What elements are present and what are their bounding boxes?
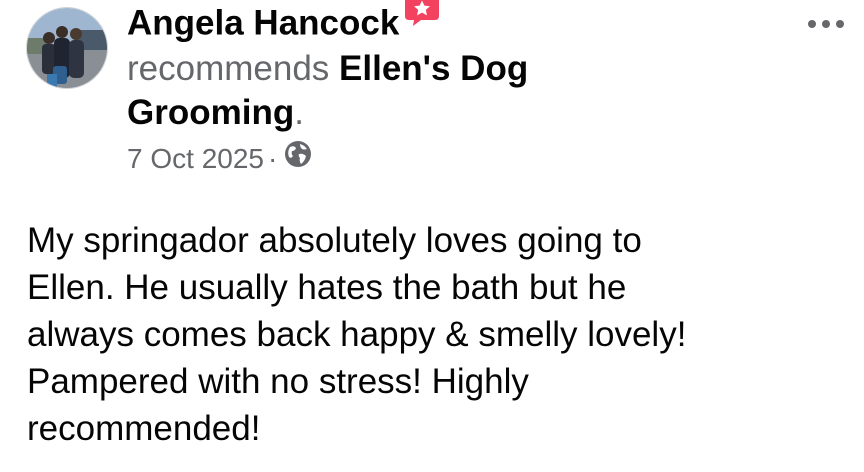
recommendation-star-icon xyxy=(403,0,441,47)
author-name[interactable]: Angela Hancock xyxy=(127,4,399,43)
post-date[interactable]: 7 Oct 2025 xyxy=(127,143,264,174)
period: . xyxy=(294,93,304,132)
recommendation-line: recommends Ellen's Dog Grooming. xyxy=(127,47,767,135)
post-body-line: recommended! xyxy=(27,409,261,448)
post-body-line: always comes back happy & smelly lovely! xyxy=(27,315,687,354)
post-header: Angela Hancock recommends Ellen's Dog Gro… xyxy=(127,0,767,177)
recommends-text: recommends xyxy=(127,49,330,88)
globe-icon xyxy=(283,139,313,178)
post-body-line: My springador absolutely loves going to xyxy=(27,221,642,260)
review-post: Angela Hancock recommends Ellen's Dog Gro… xyxy=(0,0,864,472)
avatar[interactable] xyxy=(26,7,108,89)
post-body-line: Pampered with no stress! Highly xyxy=(27,362,529,401)
meta-separator: · xyxy=(267,143,278,174)
more-options-icon[interactable] xyxy=(806,14,846,34)
post-body-line: Ellen. He usually hates the bath but he xyxy=(27,268,627,307)
avatar-photo xyxy=(27,8,107,88)
post-meta: 7 Oct 2025 · xyxy=(127,141,767,177)
post-body: My springador absolutely loves going to … xyxy=(27,217,847,452)
page-name-part1[interactable]: Ellen's Dog xyxy=(339,49,528,88)
page-name-part2[interactable]: Grooming xyxy=(127,93,294,132)
author-line: Angela Hancock xyxy=(127,0,767,46)
